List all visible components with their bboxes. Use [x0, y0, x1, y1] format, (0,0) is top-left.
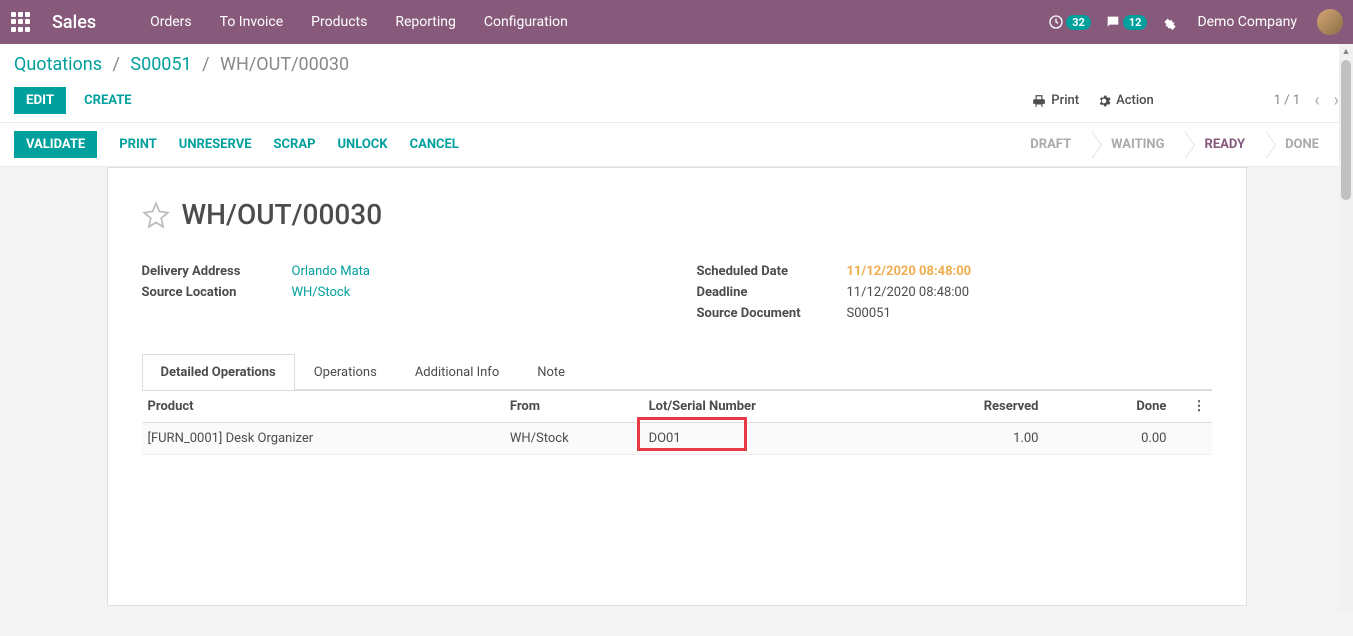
tab-operations[interactable]: Operations	[295, 354, 396, 390]
breadcrumb-s00051[interactable]: S00051	[130, 54, 191, 75]
value-delivery-address[interactable]: Orlando Mata	[292, 264, 370, 279]
label-source-document: Source Document	[697, 306, 847, 321]
create-button[interactable]: CREATE	[84, 93, 131, 108]
scrollbar[interactable]: ▲	[1339, 44, 1353, 611]
tab-additional-info[interactable]: Additional Info	[396, 354, 518, 390]
form-area: WH/OUT/00030 Delivery AddressOrlando Mat…	[0, 167, 1353, 636]
tab-note[interactable]: Note	[518, 354, 584, 390]
th-kebab[interactable]: ⋮	[1186, 391, 1211, 423]
print-button[interactable]: Print	[1032, 93, 1079, 108]
status-stages: DRAFT WAITING READY DONE	[1010, 131, 1339, 158]
highlight-box	[637, 417, 747, 451]
th-done: Done	[1058, 391, 1186, 423]
breadcrumb-quotations[interactable]: Quotations	[14, 54, 102, 75]
validate-button[interactable]: VALIDATE	[14, 131, 97, 158]
control-bar: EDIT CREATE Print Action 1 / 1 ‹ ›	[0, 79, 1353, 123]
table-row[interactable]: [FURN_0001] Desk Organizer WH/Stock DO01…	[142, 423, 1212, 455]
scrollbar-up-icon[interactable]: ▲	[1339, 44, 1353, 58]
breadcrumb-sep: /	[112, 54, 119, 75]
nav-configuration[interactable]: Configuration	[470, 0, 582, 44]
company-name[interactable]: Demo Company	[1197, 14, 1297, 30]
unlock-action[interactable]: UNLOCK	[337, 137, 387, 152]
tabs: Detailed Operations Operations Additiona…	[142, 354, 1212, 390]
nav-products[interactable]: Products	[297, 0, 381, 44]
stage-waiting[interactable]: WAITING	[1091, 131, 1184, 158]
navbar: Sales Orders To Invoice Products Reporti…	[0, 0, 1353, 44]
cell-from: WH/Stock	[504, 423, 643, 455]
edit-button[interactable]: EDIT	[14, 87, 66, 114]
star-icon[interactable]	[142, 201, 170, 229]
th-reserved: Reserved	[909, 391, 1058, 423]
unreserve-action[interactable]: UNRESERVE	[179, 137, 252, 152]
activities-icon[interactable]: 32	[1048, 14, 1091, 30]
cell-reserved: 1.00	[909, 423, 1058, 455]
print-label: Print	[1051, 93, 1079, 108]
gear-icon	[1097, 94, 1111, 108]
avatar[interactable]	[1317, 9, 1343, 35]
cell-lot: DO01	[643, 423, 909, 455]
messages-icon[interactable]: 12	[1105, 14, 1148, 30]
nav-to-invoice[interactable]: To Invoice	[206, 0, 298, 44]
form-sheet: WH/OUT/00030 Delivery AddressOrlando Mat…	[107, 167, 1247, 606]
operations-table: Product From Lot/Serial Number Reserved …	[142, 390, 1212, 455]
value-scheduled-date: 11/12/2020 08:48:00	[847, 264, 972, 279]
breadcrumb-sep: /	[202, 54, 209, 75]
print-icon	[1032, 94, 1046, 108]
brand[interactable]: Sales	[52, 12, 96, 33]
prev-button[interactable]: ‹	[1314, 90, 1319, 111]
nav-orders[interactable]: Orders	[136, 0, 206, 44]
record-title: WH/OUT/00030	[182, 198, 383, 231]
debug-icon[interactable]	[1161, 14, 1177, 30]
stage-draft[interactable]: DRAFT	[1010, 131, 1091, 158]
print-action[interactable]: PRINT	[119, 137, 157, 152]
cancel-action[interactable]: CANCEL	[410, 137, 459, 152]
pager: 1 / 1	[1274, 93, 1300, 108]
scrap-action[interactable]: SCRAP	[274, 137, 316, 152]
tab-detailed-operations[interactable]: Detailed Operations	[142, 354, 295, 390]
value-deadline: 11/12/2020 08:48:00	[847, 285, 970, 300]
messages-badge: 12	[1123, 15, 1148, 30]
th-from: From	[504, 391, 643, 423]
activities-badge: 32	[1066, 15, 1091, 30]
scrollbar-thumb[interactable]	[1341, 60, 1351, 200]
value-source-location[interactable]: WH/Stock	[292, 285, 351, 300]
status-bar: VALIDATE PRINT UNRESERVE SCRAP UNLOCK CA…	[0, 123, 1353, 167]
label-delivery-address: Delivery Address	[142, 264, 292, 279]
label-scheduled-date: Scheduled Date	[697, 264, 847, 279]
stage-done[interactable]: DONE	[1265, 131, 1339, 158]
action-label: Action	[1116, 93, 1154, 108]
apps-icon[interactable]	[10, 11, 32, 33]
label-deadline: Deadline	[697, 285, 847, 300]
value-source-document: S00051	[847, 306, 891, 321]
th-product: Product	[142, 391, 504, 423]
nav-menu: Orders To Invoice Products Reporting Con…	[136, 0, 582, 44]
breadcrumb-current: WH/OUT/00030	[220, 54, 349, 75]
action-button[interactable]: Action	[1097, 93, 1154, 108]
nav-reporting[interactable]: Reporting	[381, 0, 470, 44]
stage-ready[interactable]: READY	[1184, 131, 1265, 158]
cell-done: 0.00	[1058, 423, 1186, 455]
label-source-location: Source Location	[142, 285, 292, 300]
breadcrumb-bar: Quotations / S00051 / WH/OUT/00030	[0, 44, 1353, 79]
cell-product: [FURN_0001] Desk Organizer	[142, 423, 504, 455]
